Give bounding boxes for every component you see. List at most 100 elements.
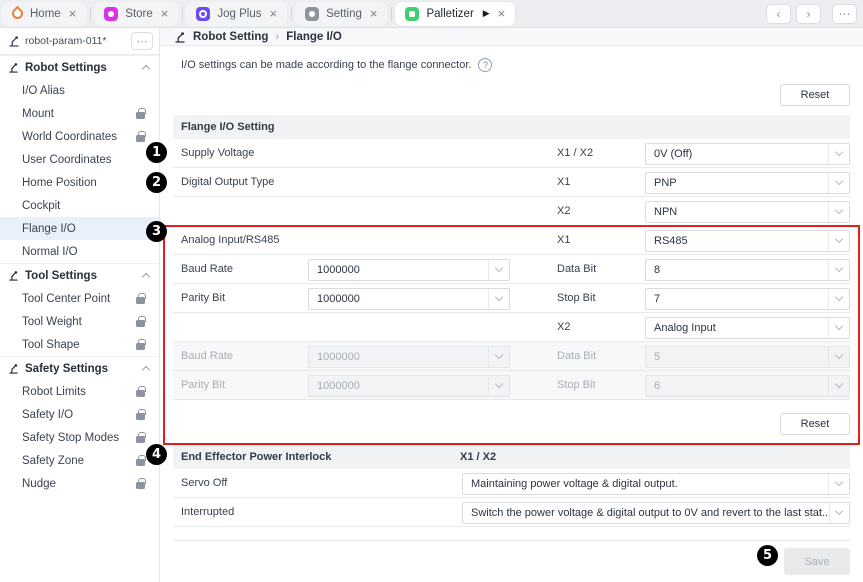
annotation-badge-4: 4 — [146, 444, 167, 465]
analog-input-label: Analog Input/RS485 — [181, 226, 279, 254]
lock-icon — [136, 112, 145, 119]
supply-voltage-row: Supply Voltage X1 / X2 0V (Off) — [173, 139, 850, 168]
chevron-down-icon — [828, 347, 849, 367]
item-label: Robot Limits — [22, 386, 86, 398]
chevron-down-icon[interactable] — [829, 503, 849, 523]
reset-button[interactable]: Reset — [780, 84, 850, 106]
chevron-down-icon[interactable] — [828, 144, 849, 164]
chevron-down-icon[interactable] — [828, 318, 849, 338]
robot-arm-icon — [8, 35, 20, 47]
sidebar-item-tool-shape[interactable]: Tool Shape — [0, 333, 159, 356]
chevron-down-icon[interactable] — [828, 202, 849, 222]
tab-palletizer[interactable]: Palletizer ▶ × — [395, 2, 515, 26]
digital-output-type-label: Digital Output Type — [181, 168, 274, 196]
sidebar-item-user-coordinates[interactable]: User Coordinates — [0, 148, 159, 171]
help-icon[interactable]: ? — [478, 58, 492, 72]
chevron-down-icon[interactable] — [828, 260, 849, 280]
tab-store[interactable]: Store × — [94, 2, 178, 26]
chevron-down-icon — [828, 376, 849, 396]
item-label: Home Position — [22, 177, 97, 189]
close-icon[interactable]: × — [160, 7, 170, 20]
sidebar-item-safety-zone[interactable]: Safety Zone — [0, 449, 159, 472]
breadcrumb-separator: › — [275, 31, 279, 43]
x1-data-bit-select[interactable]: 8 — [645, 259, 850, 281]
x2-baud-data-row: Baud Rate 1000000 Data Bit 5 — [173, 342, 850, 371]
jog-plus-app-icon — [196, 7, 210, 21]
digital-output-x1-select[interactable]: PNP — [645, 172, 850, 194]
analog-reset-button[interactable]: Reset — [780, 413, 850, 435]
sidebar-item-cockpit[interactable]: Cockpit — [0, 194, 159, 217]
sidebar-item-io-alias[interactable]: I/O Alias — [0, 79, 159, 102]
item-label: Cockpit — [22, 200, 60, 212]
chevron-up-icon[interactable] — [142, 272, 150, 280]
tab-home-label: Home — [30, 8, 61, 20]
sidebar-item-safety-stop-modes[interactable]: Safety Stop Modes — [0, 426, 159, 449]
chevron-down-icon[interactable] — [828, 231, 849, 251]
chevron-down-icon[interactable] — [828, 289, 849, 309]
tab-bar: Home × Store × Jog Plus × Setting × Pall… — [0, 0, 863, 28]
chevron-down-icon[interactable] — [828, 173, 849, 193]
sidebar-item-robot-limits[interactable]: Robot Limits — [0, 380, 159, 403]
breadcrumb-parent[interactable]: Robot Setting — [193, 31, 268, 43]
sidebar-item-tool-weight[interactable]: Tool Weight — [0, 310, 159, 333]
sidebar-item-safety-io[interactable]: Safety I/O — [0, 403, 159, 426]
select-value: 1000000 — [309, 289, 488, 309]
nav-back-button[interactable]: ‹ — [766, 4, 791, 24]
supply-voltage-select[interactable]: 0V (Off) — [645, 143, 850, 165]
x1-baud-rate-select[interactable]: 1000000 — [308, 259, 510, 281]
breadcrumb-current: Flange I/O — [286, 31, 342, 43]
tab-divider — [391, 7, 392, 21]
x2-stop-bit-label: Stop Bit — [557, 371, 596, 399]
table-title: Flange I/O Setting — [181, 121, 275, 133]
chevron-up-icon[interactable] — [142, 365, 150, 373]
tab-divider — [291, 7, 292, 21]
annotation-badge-5: 5 — [757, 545, 778, 566]
analog-x2-select[interactable]: Analog Input — [645, 317, 850, 339]
robot-arm-icon — [174, 31, 186, 43]
breadcrumb: Robot Setting › Flange I/O — [160, 28, 863, 46]
window-more-button[interactable]: ⋯ — [832, 4, 857, 24]
item-label: Tool Weight — [22, 316, 82, 328]
chevron-down-icon[interactable] — [488, 260, 509, 280]
sidebar-item-tool-center-point[interactable]: Tool Center Point — [0, 287, 159, 310]
tab-setting[interactable]: Setting × — [295, 2, 387, 26]
select-value: RS485 — [646, 231, 828, 251]
close-icon[interactable]: × — [497, 7, 507, 20]
sidebar-item-mount[interactable]: Mount — [0, 102, 159, 125]
item-label: Safety Stop Modes — [22, 432, 119, 444]
section-tool-settings[interactable]: Tool Settings — [0, 263, 159, 287]
chevron-down-icon[interactable] — [828, 474, 849, 494]
tab-home[interactable]: Home × — [2, 2, 86, 26]
sidebar-item-world-coordinates[interactable]: World Coordinates — [0, 125, 159, 148]
nav-forward-button[interactable]: › — [796, 4, 821, 24]
analog-x1-select[interactable]: RS485 — [645, 230, 850, 252]
lock-icon — [136, 482, 145, 489]
chevron-up-icon[interactable] — [142, 64, 150, 72]
x1-stop-bit-select[interactable]: 7 — [645, 288, 850, 310]
interrupted-select[interactable]: Switch the power voltage & digital outpu… — [462, 502, 850, 524]
sidebar-item-home-position[interactable]: Home Position — [0, 171, 159, 194]
close-icon[interactable]: × — [268, 7, 278, 20]
sidebar-item-normal-io[interactable]: Normal I/O — [0, 240, 159, 263]
digital-output-x2-select[interactable]: NPN — [645, 201, 850, 223]
sidebar-item-flange-io[interactable]: Flange I/O — [0, 217, 159, 240]
chevron-down-icon[interactable] — [488, 289, 509, 309]
window-nav-controls: ‹ › ⋯ — [766, 4, 857, 24]
section-robot-settings[interactable]: Robot Settings — [0, 55, 159, 79]
tab-jog-plus[interactable]: Jog Plus × — [186, 2, 287, 26]
x2-parity-bit-label: Parity Bit — [181, 371, 225, 399]
save-button[interactable]: Save — [784, 548, 850, 575]
digital-output-type-x2-row: X2 NPN — [173, 197, 850, 226]
close-icon[interactable]: × — [68, 7, 78, 20]
end-effector-title: End Effector Power Interlock — [181, 451, 331, 463]
digital-output-x1-port: X1 — [557, 168, 570, 196]
sidebar-item-nudge[interactable]: Nudge — [0, 472, 159, 495]
select-value: Switch the power voltage & digital outpu… — [463, 503, 829, 523]
section-safety-settings[interactable]: Safety Settings — [0, 356, 159, 380]
file-more-button[interactable]: ⋯ — [131, 32, 153, 50]
x1-parity-bit-select[interactable]: 1000000 — [308, 288, 510, 310]
play-icon[interactable]: ▶ — [483, 8, 490, 19]
annotation-badge-2: 2 — [146, 172, 167, 193]
servo-off-select[interactable]: Maintaining power voltage & digital outp… — [462, 473, 850, 495]
close-icon[interactable]: × — [369, 7, 379, 20]
